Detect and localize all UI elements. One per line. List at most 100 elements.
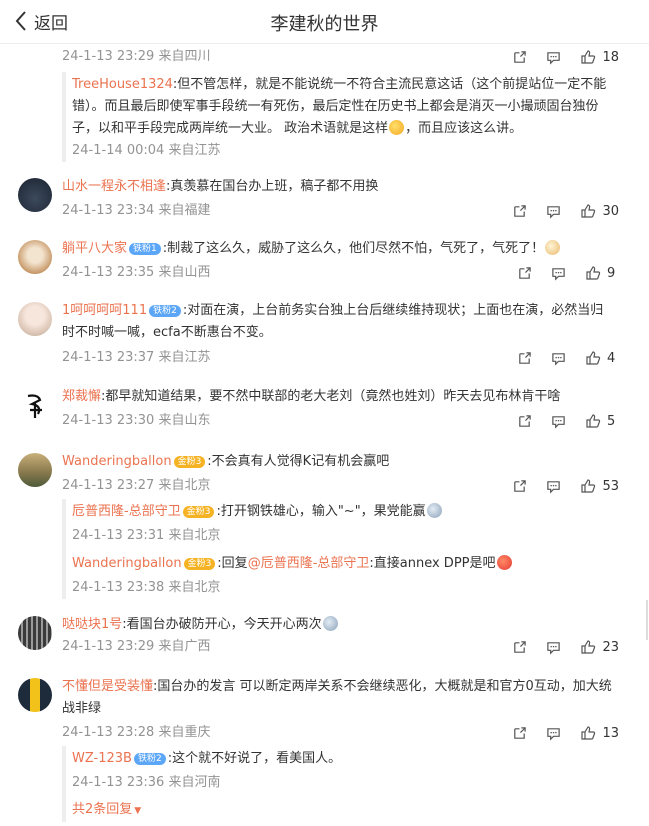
more-replies-link[interactable]: 共2条回复 ▼: [72, 800, 141, 821]
like-count: 13: [602, 725, 619, 741]
comment-meta: 24-1-13 23:30 来自山东: [62, 413, 211, 428]
comment-actions: 53: [494, 477, 619, 495]
comment-text: 山水一程永不相逢:真羡慕在国台办上班，稿子都不用换: [62, 179, 379, 194]
share-icon[interactable]: [517, 350, 533, 366]
caret-down-icon: ▼: [134, 806, 142, 816]
reply-username[interactable]: 卮普西隆-总部守卫: [72, 504, 181, 519]
comment-username[interactable]: 不懂但是受装懂: [62, 679, 153, 694]
fan-badge: 铁粉1: [129, 243, 161, 255]
like-button[interactable]: 18: [580, 49, 619, 65]
like-count: 30: [602, 203, 619, 219]
mention-link[interactable]: @卮普西隆-总部守卫: [248, 556, 370, 571]
thumbs-up-icon: [581, 204, 596, 218]
comment-icon[interactable]: [546, 639, 562, 655]
share-icon[interactable]: [512, 725, 528, 741]
like-button[interactable]: 4: [585, 350, 619, 366]
comment-text: 躺平八大家 铁粉1:制裁了这么久，威胁了这么久，他们尽然不怕，气死了，气死了！: [62, 238, 623, 260]
reply-meta: 24-1-13 23:36 来自河南: [72, 775, 221, 790]
crying-emoji-icon: [322, 616, 338, 631]
thumbs-up-icon: [581, 726, 596, 740]
reply-username[interactable]: TreeHouse1324: [72, 77, 173, 92]
avatar[interactable]: [18, 240, 52, 274]
comment-item: 1呵呵呵呵111 铁粉2:对面在演，上台前务实台独上台后继续维持现状；上面也在演，…: [0, 294, 649, 376]
fan-badge: 金粉3: [173, 456, 206, 468]
fan-badge: 铁粉2: [149, 305, 181, 317]
avatar[interactable]: [18, 388, 52, 422]
comment-text: 哒哒块1号:看国台办破防开心，今天开心两次: [62, 614, 623, 636]
comment-icon[interactable]: [546, 725, 562, 741]
comment-icon[interactable]: [551, 413, 567, 429]
comment-username[interactable]: 躺平八大家: [62, 241, 127, 256]
thumbs-up-icon: [581, 479, 596, 493]
comment-username[interactable]: 郑裁懈: [62, 389, 101, 404]
avatar[interactable]: [18, 678, 52, 712]
comment-icon[interactable]: [546, 49, 562, 65]
reply-meta: 24-1-13 23:38 来自北京: [72, 580, 221, 595]
angry-emoji-icon: [496, 555, 512, 570]
comment-text-line2: 时不时喊一喊，ecfa不断惠台不变。: [62, 325, 272, 340]
comment-meta: 24-1-13 23:37 来自江苏: [62, 350, 211, 365]
comment-icon[interactable]: [551, 265, 567, 281]
reply-text: WZ-123B 铁粉2:这个就不好说了，看美国人。: [72, 751, 342, 766]
comment-item: 郑裁懈:都早就知道结果，要不然中联部的老大老刘（竟然也姓刘）昨天去见布林肯干啥 …: [0, 380, 649, 440]
reply-text: TreeHouse1324:但不管怎样，就是不能说统一不符合主流民意这话（这个前…: [72, 77, 607, 92]
comment-meta: 24-1-13 23:34 来自福建: [62, 203, 211, 218]
comment-text: 不懂但是受装懂:国台办的发言 可以断定两岸关系不会继续恶化，大概就是和官方0互动…: [62, 679, 612, 694]
comment-username[interactable]: Wanderingballon: [62, 454, 172, 469]
like-count: 53: [602, 478, 619, 494]
page-title: 李建秋的世界: [270, 14, 379, 35]
comment-username[interactable]: 山水一程永不相逢: [62, 179, 166, 194]
like-button[interactable]: 30: [580, 203, 619, 219]
reply-text-line3: 子，以和平手段完成两岸统一大业。 政治术语就是这样 ，而且应该这么讲。: [72, 120, 523, 136]
reply-username[interactable]: WZ-123B: [72, 751, 132, 766]
comment-item: 不懂但是受装懂:国台办的发言 可以断定两岸关系不会继续恶化，大概就是和官方0互动…: [0, 670, 649, 826]
avatar[interactable]: [18, 302, 52, 336]
comment-username[interactable]: 哒哒块1号: [62, 617, 122, 632]
cat-emoji-icon: [545, 240, 561, 255]
comment-meta: 24-1-13 23:35 来自山西: [62, 265, 211, 280]
thumbs-up-icon: [586, 414, 601, 428]
comment-icon[interactable]: [551, 350, 567, 366]
like-button[interactable]: 13: [580, 725, 619, 741]
share-icon[interactable]: [512, 478, 528, 494]
reply-meta: 24-1-13 23:31 来自北京: [72, 528, 221, 543]
share-icon[interactable]: [517, 413, 533, 429]
share-icon[interactable]: [512, 639, 528, 655]
avatar[interactable]: [18, 178, 52, 212]
like-button[interactable]: 9: [585, 265, 619, 281]
reply-thread-bar: [62, 746, 66, 822]
comment-actions: 23: [494, 638, 619, 656]
reply-text: 卮普西隆-总部守卫 金粉3:打开钢铁雄心，输入"~"，果党能赢: [72, 501, 623, 523]
like-button[interactable]: 23: [580, 639, 619, 655]
comment-text-line2: 战非绿: [62, 701, 102, 716]
top-nav-bar: 返回 李建秋的世界: [0, 0, 649, 44]
like-button[interactable]: 53: [580, 478, 619, 494]
fan-badge: 铁粉2: [133, 753, 166, 765]
scrollbar[interactable]: [646, 600, 648, 640]
share-icon[interactable]: [512, 49, 528, 65]
comment-icon[interactable]: [546, 478, 562, 494]
comment-meta: 24-1-13 23:28 来自重庆: [62, 725, 211, 740]
laughing-emoji-icon: [389, 120, 405, 135]
avatar[interactable]: [18, 453, 52, 487]
comment-text: 郑裁懈:都早就知道结果，要不然中联部的老大老刘（竟然也姓刘）昨天去见布林肯干啥: [62, 389, 561, 404]
comment-username[interactable]: 1呵呵呵呵111: [62, 303, 147, 318]
thumbs-up-icon: [586, 266, 601, 280]
comment-actions: 4: [499, 349, 619, 367]
fan-badge: 金粉3: [182, 506, 215, 518]
thumbs-up-icon: [581, 640, 596, 654]
share-icon[interactable]: [512, 203, 528, 219]
reply-thread-bar: [62, 499, 66, 599]
reply-meta: 24-1-14 00:04 来自江苏: [72, 143, 221, 158]
avatar[interactable]: [18, 616, 52, 650]
like-button[interactable]: 5: [585, 413, 619, 429]
like-count: 23: [602, 639, 619, 655]
comment-item: 躺平八大家 铁粉1:制裁了这么久，威胁了这么久，他们尽然不怕，气死了，气死了！ 2…: [0, 232, 649, 292]
share-icon[interactable]: [517, 265, 533, 281]
like-count: 18: [602, 49, 619, 65]
comment-icon[interactable]: [546, 203, 562, 219]
reply-text-line2: 错）。而且最后即使军事手段统一有死伤，最后定性在历史书上都会是消灭一小撮顽固台独…: [72, 99, 599, 114]
reply-username[interactable]: Wanderingballon: [72, 556, 182, 571]
comment-actions: 30: [494, 202, 619, 220]
comment-text: 1呵呵呵呵111 铁粉2:对面在演，上台前务实台独上台后继续维持现状；上面也在演，…: [62, 303, 604, 318]
